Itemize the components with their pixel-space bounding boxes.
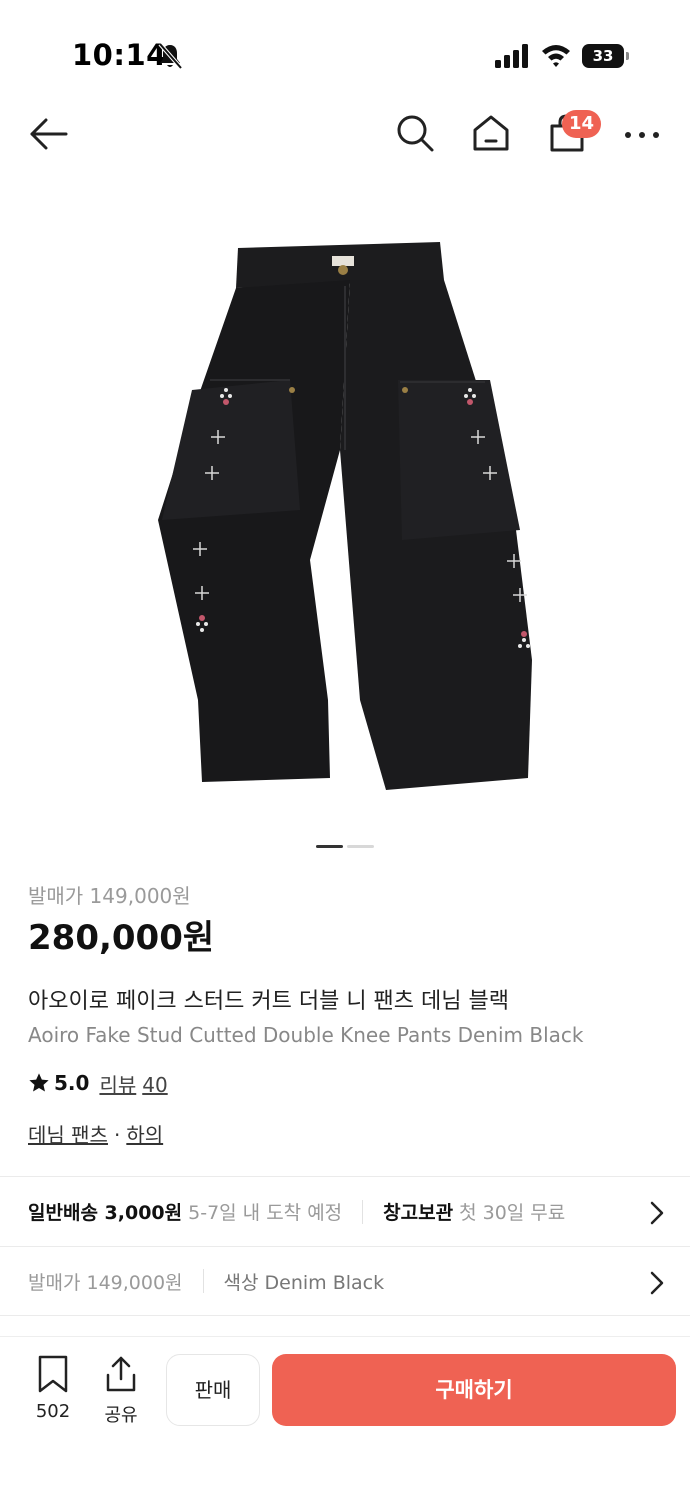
shipping-eta: 5-7일 내 도착 예정 bbox=[188, 1202, 343, 1224]
storage-label: 창고보관 bbox=[383, 1202, 454, 1224]
cellular-signal-icon bbox=[495, 44, 528, 68]
detail-release-price: 발매가 149,000원 bbox=[28, 1271, 183, 1294]
battery-level: 33 bbox=[582, 44, 624, 68]
share-icon bbox=[106, 1356, 136, 1392]
bookmark-icon bbox=[38, 1355, 68, 1393]
shipping-label: 일반배송 3,000원 bbox=[28, 1202, 183, 1224]
category-link-denim-pants[interactable]: 데님 팬츠 bbox=[28, 1123, 108, 1147]
home-icon[interactable] bbox=[470, 112, 512, 154]
back-arrow-icon[interactable] bbox=[26, 114, 70, 154]
current-price: 280,000원 bbox=[28, 918, 215, 958]
bookmark-button[interactable]: 502 bbox=[28, 1355, 78, 1425]
image-pager bbox=[316, 845, 376, 849]
bell-muted-icon bbox=[158, 42, 183, 70]
release-price: 발매가 149,000원 bbox=[28, 884, 191, 908]
search-icon[interactable] bbox=[394, 112, 436, 154]
product-image[interactable] bbox=[140, 230, 550, 800]
status-bar: 10:14 33 bbox=[0, 0, 690, 100]
sell-button[interactable]: 판매 bbox=[166, 1354, 260, 1426]
storage-note: 첫 30일 무료 bbox=[459, 1202, 566, 1224]
battery-indicator: 33 bbox=[582, 44, 630, 68]
bottom-action-bar: 502 공유 판매 구매하기 bbox=[0, 1336, 690, 1500]
category-separator: · bbox=[113, 1123, 121, 1147]
chevron-right-icon bbox=[650, 1201, 664, 1225]
rating-row: 5.0 리뷰 40 bbox=[28, 1068, 668, 1098]
review-count: 40 bbox=[142, 1072, 168, 1097]
pager-dot[interactable] bbox=[347, 845, 374, 848]
share-label: 공유 bbox=[104, 1405, 138, 1426]
star-icon bbox=[29, 1073, 49, 1092]
brand-label bbox=[332, 256, 354, 266]
buy-button[interactable]: 구매하기 bbox=[272, 1354, 676, 1426]
review-label: 리뷰 bbox=[99, 1072, 137, 1097]
chevron-right-icon bbox=[650, 1271, 664, 1295]
rating-score: 5.0 bbox=[54, 1071, 90, 1095]
category-breadcrumb: 데님 팬츠 · 하의 bbox=[28, 1120, 668, 1150]
row-divider bbox=[202, 1269, 204, 1293]
status-time: 10:14 bbox=[72, 38, 167, 72]
shipping-row[interactable]: 일반배송 3,000원 5-7일 내 도착 예정 창고보관 첫 30일 무료 bbox=[0, 1176, 690, 1246]
bookmark-count: 502 bbox=[35, 1401, 71, 1422]
size-color-row[interactable]: 발매가 149,000원 색상 Denim Black bbox=[0, 1246, 690, 1316]
share-button[interactable]: 공유 bbox=[98, 1355, 144, 1426]
product-name-english: Aoiro Fake Stud Cutted Double Knee Pants… bbox=[28, 1023, 584, 1047]
review-link[interactable]: 리뷰 40 bbox=[99, 1069, 167, 1098]
wifi-icon bbox=[542, 45, 570, 67]
battery-tip bbox=[626, 52, 629, 60]
category-link-bottoms[interactable]: 하의 bbox=[126, 1123, 163, 1147]
row-divider bbox=[362, 1199, 364, 1224]
more-icon[interactable] bbox=[622, 120, 662, 150]
pager-dot-active[interactable] bbox=[316, 845, 343, 848]
detail-color: 색상 Denim Black bbox=[223, 1271, 385, 1294]
product-name-korean: 아오이로 페이크 스터드 커트 더블 니 팬츠 데님 블랙 bbox=[28, 989, 509, 1014]
product-info: 발매가 149,000원 280,000원 아오이로 페이크 스터드 커트 더블… bbox=[28, 880, 668, 1150]
cart-count-badge: 14 bbox=[562, 110, 602, 138]
